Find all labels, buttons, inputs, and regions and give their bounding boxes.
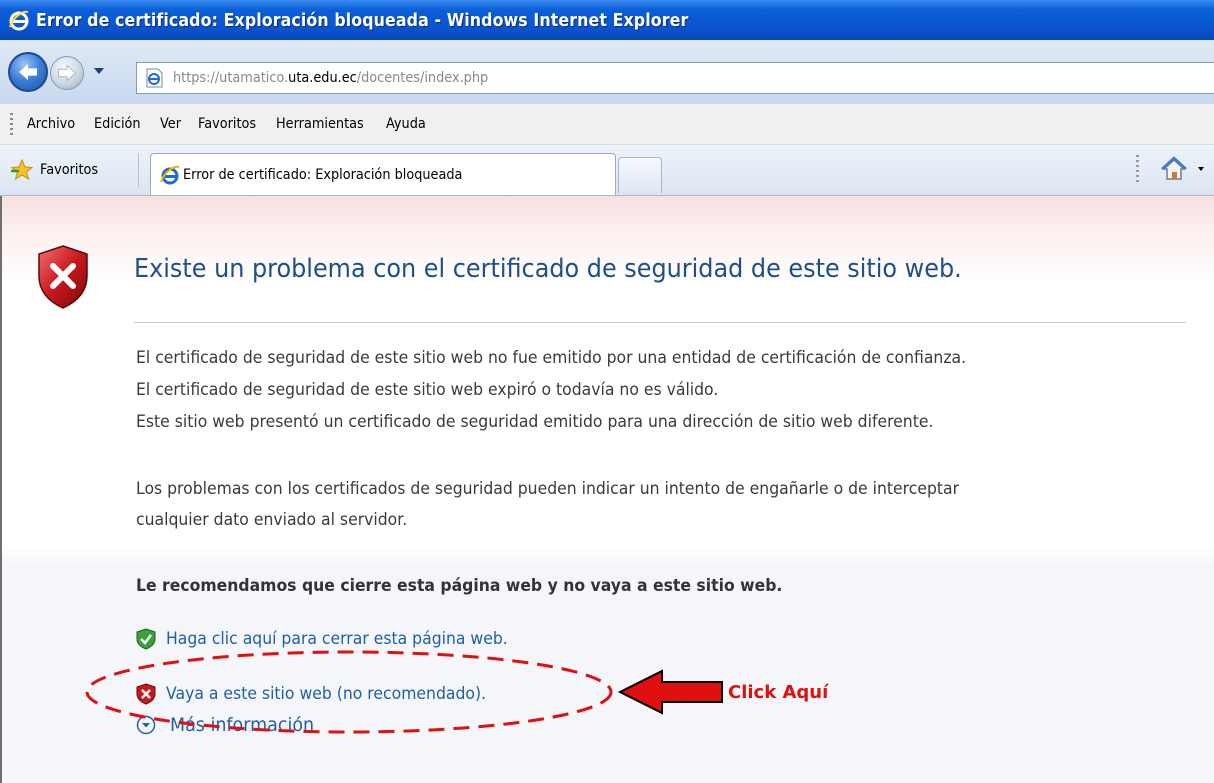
menu-bar: Archivo Edición Ver Favoritos Herramient… bbox=[0, 104, 1214, 145]
address-toolbar: https://utamatico.uta.edu.ec/docentes/in… bbox=[0, 40, 1214, 104]
page-heading: Existe un problema con el certificado de… bbox=[134, 254, 962, 284]
menu-archivo[interactable]: Archivo bbox=[27, 116, 75, 132]
continue-link-text[interactable]: Vaya a este sitio web (no recomendado). bbox=[166, 684, 486, 704]
ie-logo-icon bbox=[9, 10, 29, 31]
home-icon[interactable] bbox=[1160, 155, 1188, 183]
arrow-right-icon bbox=[58, 64, 77, 82]
toolbar-grip[interactable] bbox=[10, 113, 13, 135]
new-tab-button[interactable] bbox=[618, 157, 662, 193]
more-info-label[interactable]: Más información bbox=[170, 714, 314, 736]
shield-check-icon bbox=[136, 628, 156, 650]
tab-bar: Favoritos Error de certificado: Explorac… bbox=[0, 145, 1214, 196]
recent-pages-dropdown-icon[interactable] bbox=[92, 66, 106, 76]
toolbar-grip bbox=[1136, 155, 1139, 185]
menu-favoritos[interactable]: Favoritos bbox=[198, 116, 256, 132]
chevron-down-circle-icon bbox=[136, 715, 156, 735]
star-icon bbox=[10, 158, 34, 181]
reason-line-3: Este sitio web presentó un certificado d… bbox=[136, 412, 934, 432]
divider bbox=[134, 322, 1186, 323]
certificate-error-page: Existe un problema con el certificado de… bbox=[0, 196, 1214, 783]
menu-edicion[interactable]: Edición bbox=[94, 116, 141, 132]
annotation-arrow bbox=[617, 669, 723, 715]
reason-line-1: El certificado de seguridad de este siti… bbox=[136, 348, 967, 368]
close-page-link[interactable]: Haga clic aquí para cerrar esta página w… bbox=[136, 628, 537, 650]
tab-active[interactable]: Error de certificado: Exploración bloque… bbox=[150, 153, 616, 195]
shield-error-icon bbox=[38, 245, 88, 309]
menu-herramientas[interactable]: Herramientas bbox=[276, 116, 364, 132]
back-button[interactable] bbox=[8, 52, 48, 92]
window-title: Error de certificado: Exploración bloque… bbox=[36, 9, 689, 31]
menu-ayuda[interactable]: Ayuda bbox=[386, 116, 426, 132]
continue-to-site-link[interactable]: Vaya a este sitio web (no recomendado). bbox=[136, 683, 514, 705]
toolbar-separator bbox=[138, 153, 139, 187]
tab-label: Error de certificado: Exploración bloque… bbox=[183, 166, 463, 183]
forward-button[interactable] bbox=[50, 56, 84, 90]
warning-line-1: Los problemas con los certificados de se… bbox=[136, 479, 960, 499]
favorites-label: Favoritos bbox=[40, 162, 99, 178]
address-field[interactable]: https://utamatico.uta.edu.ec/docentes/in… bbox=[136, 62, 1214, 94]
address-url: https://utamatico.uta.edu.ec/docentes/in… bbox=[173, 70, 489, 86]
favorites-button[interactable]: Favoritos bbox=[10, 157, 103, 183]
reason-line-2: El certificado de seguridad de este siti… bbox=[136, 380, 719, 400]
more-info-toggle[interactable]: Más información bbox=[136, 714, 327, 736]
arrow-left-icon bbox=[19, 63, 37, 81]
click-here-label: Click Aquí bbox=[728, 682, 829, 703]
recommendation-text: Le recomendamos que cierre esta página w… bbox=[136, 576, 783, 596]
warning-line-2: cualquier dato enviado al servidor. bbox=[136, 510, 408, 530]
home-dropdown-icon[interactable] bbox=[1198, 167, 1204, 171]
ie-page-icon bbox=[146, 68, 163, 88]
shield-error-icon bbox=[136, 683, 156, 705]
menu-ver[interactable]: Ver bbox=[160, 116, 181, 132]
close-page-link-text[interactable]: Haga clic aquí para cerrar esta página w… bbox=[166, 629, 508, 649]
title-bar: Error de certificado: Exploración bloque… bbox=[0, 0, 1214, 40]
ie-logo-icon bbox=[160, 165, 180, 184]
